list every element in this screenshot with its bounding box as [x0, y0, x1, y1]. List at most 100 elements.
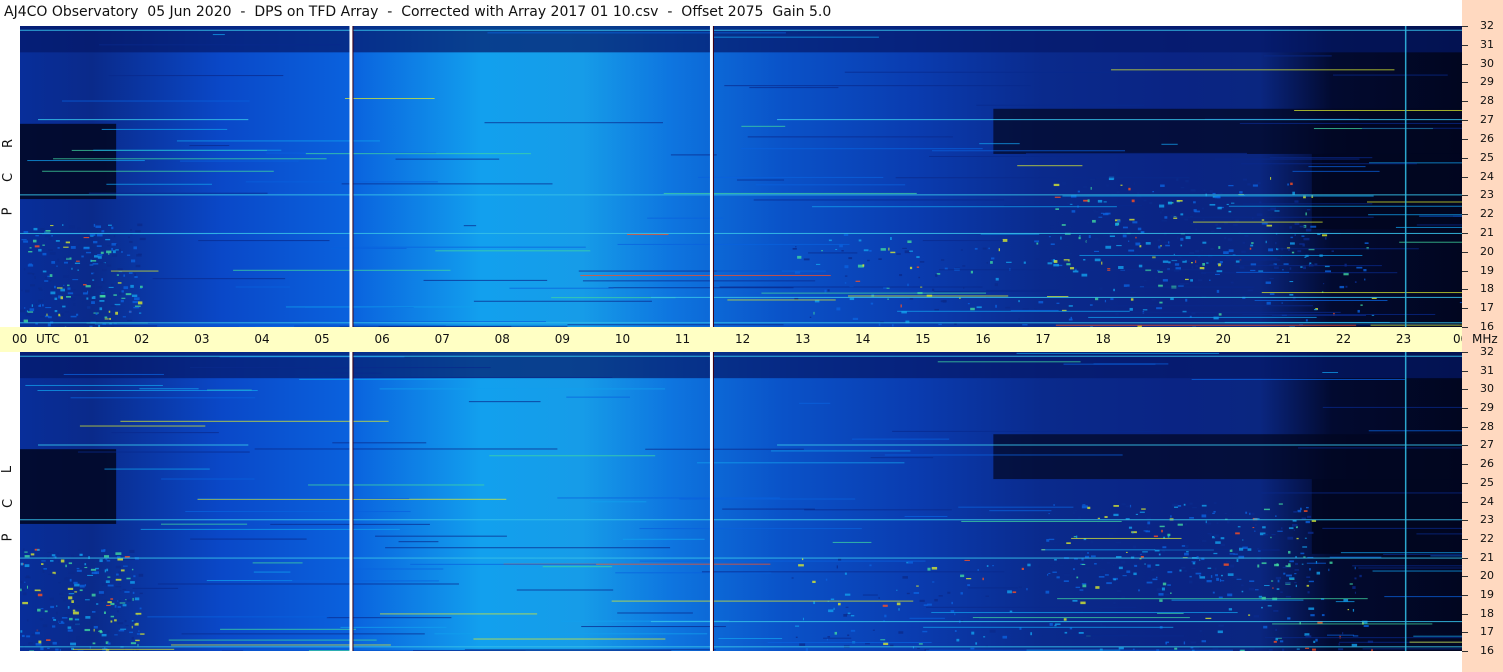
noise-speck — [890, 237, 892, 240]
noise-speck — [115, 552, 122, 555]
noise-speck — [24, 564, 30, 568]
noise-speck — [1339, 285, 1345, 289]
noise-speck — [1048, 561, 1051, 564]
noise-speck — [1186, 551, 1189, 553]
interference-line — [761, 292, 987, 294]
noise-speck — [129, 549, 135, 553]
noise-speck — [1167, 584, 1171, 586]
noise-speck — [56, 287, 63, 289]
interference-line — [581, 626, 726, 628]
noise-speck — [117, 268, 123, 271]
noise-speck — [1247, 289, 1254, 292]
noise-speck — [112, 250, 116, 254]
interference-line — [1358, 567, 1462, 569]
interference-line — [931, 150, 1126, 152]
noise-speck — [1224, 236, 1227, 240]
noise-speck — [133, 246, 137, 250]
noise-speck — [1038, 301, 1044, 304]
noise-speck — [1212, 591, 1215, 594]
noise-speck — [1281, 527, 1283, 530]
noise-speck — [104, 318, 109, 320]
noise-speck — [110, 602, 115, 606]
frequency-label: 17 — [1480, 301, 1494, 314]
noise-speck — [1162, 546, 1167, 549]
title-bar: AJ4CO Observatory 05 Jun 2020 - DPS on T… — [0, 0, 1462, 26]
noise-speck — [1066, 245, 1068, 248]
noise-speck — [108, 286, 114, 288]
noise-speck — [1078, 236, 1081, 240]
noise-speck — [1156, 307, 1163, 310]
interference-line — [617, 243, 850, 245]
noise-speck — [1110, 298, 1114, 301]
noise-speck — [74, 294, 81, 296]
noise-speck — [1270, 177, 1272, 180]
interference-line — [53, 158, 327, 160]
noise-speck — [1159, 301, 1163, 304]
interference-line — [650, 296, 1462, 298]
interference-line — [979, 143, 1020, 145]
noise-speck — [1308, 607, 1315, 610]
noise-speck — [1130, 298, 1134, 301]
interference-line — [897, 310, 1130, 312]
noise-speck — [1092, 637, 1095, 640]
noise-speck — [35, 608, 37, 612]
noise-speck — [1161, 587, 1165, 591]
interference-line — [1384, 596, 1462, 598]
lcp-spectrogram — [20, 352, 1462, 651]
noise-speck — [1113, 530, 1117, 532]
noise-speck — [1209, 189, 1213, 193]
noise-speck — [954, 613, 956, 616]
interference-line — [212, 34, 225, 36]
noise-speck — [1056, 610, 1060, 613]
interference-line — [254, 448, 558, 450]
noise-speck — [839, 244, 843, 248]
interference-line — [333, 246, 586, 248]
noise-speck — [33, 227, 38, 231]
noise-speck — [1257, 182, 1261, 185]
lcp-spectrogram-plot — [20, 352, 1462, 651]
noise-speck — [1297, 509, 1302, 513]
noise-speck — [124, 556, 130, 558]
noise-speck — [960, 574, 965, 578]
noise-speck — [837, 602, 841, 606]
noise-speck — [56, 552, 59, 555]
noise-speck — [1089, 304, 1093, 306]
noise-speck — [96, 603, 99, 605]
interference-line — [1261, 492, 1462, 494]
noise-speck — [1183, 503, 1186, 506]
noise-speck — [907, 283, 909, 287]
interference-line — [804, 509, 952, 511]
noise-speck — [890, 251, 896, 254]
noise-speck — [1212, 647, 1219, 650]
interference-line — [823, 637, 852, 639]
noise-speck — [1039, 319, 1045, 321]
noise-speck — [57, 560, 60, 563]
interference-line — [542, 566, 613, 568]
noise-speck — [72, 611, 79, 615]
noise-speck — [1193, 209, 1197, 212]
noise-speck — [1275, 628, 1278, 631]
frequency-label: 26 — [1480, 132, 1494, 145]
noise-speck — [1053, 525, 1057, 527]
noise-speck — [1218, 246, 1221, 249]
noise-speck — [1300, 266, 1303, 268]
noise-speck — [1075, 586, 1081, 589]
noise-speck — [1224, 512, 1227, 515]
noise-speck — [869, 249, 872, 252]
noise-speck — [1270, 536, 1272, 539]
noise-speck — [1113, 505, 1119, 507]
noise-speck — [1132, 531, 1134, 534]
noise-speck — [1158, 593, 1164, 596]
noise-speck — [119, 590, 122, 592]
time-tick-label: 23 — [1395, 332, 1412, 346]
noise-speck — [1067, 201, 1070, 205]
noise-speck — [1310, 614, 1315, 617]
noise-speck — [1073, 536, 1077, 538]
frequency-tick — [1462, 139, 1468, 140]
frequency-label: 21 — [1480, 226, 1494, 239]
noise-speck — [28, 263, 32, 265]
noise-speck — [1273, 609, 1279, 612]
noise-speck — [28, 642, 33, 645]
noise-speck — [1056, 576, 1060, 579]
interference-line — [986, 289, 1060, 291]
